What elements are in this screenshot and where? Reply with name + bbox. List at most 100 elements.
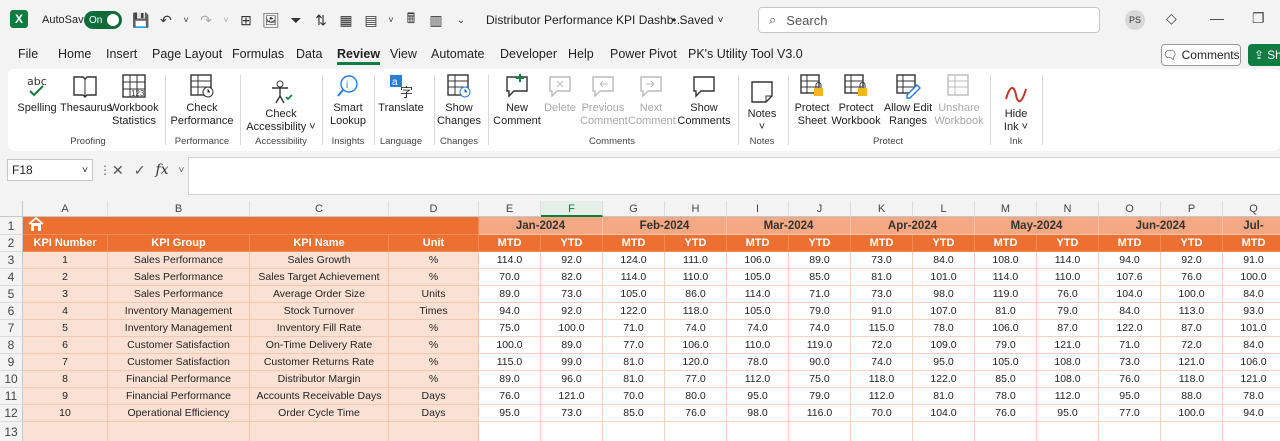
enter-icon[interactable]: ✓: [134, 162, 146, 179]
kpi-info-cell[interactable]: Inventory Fill Rate: [250, 320, 389, 337]
show-changes-button[interactable]: Show Changes: [436, 73, 482, 128]
home-icon[interactable]: [27, 217, 45, 234]
value-cell[interactable]: 77.0: [603, 337, 665, 354]
value-cell[interactable]: 110.0: [665, 269, 727, 286]
value-cell[interactable]: 74.0: [789, 320, 851, 337]
filter-icon[interactable]: ⏷: [287, 12, 305, 29]
value-cell[interactable]: 81.0: [913, 388, 975, 405]
name-box[interactable]: F18 ˅: [7, 159, 93, 181]
value-cell[interactable]: 107.6: [1099, 269, 1161, 286]
tab-home[interactable]: Home: [58, 47, 91, 61]
kpi-info-cell[interactable]: 9: [23, 388, 108, 405]
value-cell[interactable]: 70.0: [603, 388, 665, 405]
value-cell[interactable]: 87.0: [1161, 320, 1223, 337]
tab-help[interactable]: Help: [568, 47, 594, 61]
next-comment-button[interactable]: Next Comment: [628, 73, 676, 128]
value-cell[interactable]: 84.0: [1223, 337, 1280, 354]
kpi-info-cell[interactable]: Customer Returns Rate: [250, 354, 389, 371]
value-cell[interactable]: 112.0: [1037, 388, 1099, 405]
value-cell[interactable]: 120.0: [665, 354, 727, 371]
value-cell[interactable]: 92.0: [541, 252, 603, 269]
previous-comment-button[interactable]: Previous Comment: [580, 73, 628, 128]
comments-button[interactable]: 🗨 Comments: [1161, 44, 1241, 66]
undo-dropdown-icon[interactable]: ˅: [182, 15, 190, 25]
tab-developer[interactable]: Developer: [500, 47, 557, 61]
empty-cell[interactable]: [603, 422, 665, 441]
value-cell[interactable]: 95.0: [913, 354, 975, 371]
notes-button[interactable]: Notes ˅: [742, 79, 782, 134]
column-header-h[interactable]: H: [665, 201, 727, 217]
value-cell[interactable]: 71.0: [603, 320, 665, 337]
column-header-d[interactable]: D: [389, 201, 479, 217]
column-header-o[interactable]: O: [1099, 201, 1161, 217]
value-cell[interactable]: 108.0: [1037, 354, 1099, 371]
value-cell[interactable]: 89.0: [789, 252, 851, 269]
kpi-info-cell[interactable]: Operational Efficiency: [108, 405, 250, 422]
kpi-info-cell[interactable]: %: [389, 371, 479, 388]
column-header-g[interactable]: G: [603, 201, 665, 217]
value-cell[interactable]: 112.0: [727, 371, 789, 388]
value-cell[interactable]: 91.0: [1223, 252, 1280, 269]
value-cell[interactable]: 109.0: [913, 337, 975, 354]
value-cell[interactable]: 74.0: [665, 320, 727, 337]
value-cell[interactable]: 98.0: [727, 405, 789, 422]
thesaurus-button[interactable]: Thesaurus: [60, 73, 112, 115]
value-cell[interactable]: 119.0: [789, 337, 851, 354]
empty-cell[interactable]: [1099, 422, 1161, 441]
borders-icon[interactable]: ⊞: [237, 12, 255, 29]
value-cell[interactable]: 92.0: [1161, 252, 1223, 269]
empty-cell[interactable]: [851, 422, 913, 441]
workbook-statistics-button[interactable]: 123 Workbook Statistics: [108, 73, 160, 128]
value-cell[interactable]: 108.0: [1037, 371, 1099, 388]
value-cell[interactable]: 104.0: [913, 405, 975, 422]
value-cell[interactable]: 79.0: [789, 303, 851, 320]
value-cell[interactable]: 74.0: [851, 354, 913, 371]
value-cell[interactable]: 100.0: [541, 320, 603, 337]
value-cell[interactable]: 89.0: [479, 286, 541, 303]
value-cell[interactable]: 121.0: [1161, 354, 1223, 371]
value-cell[interactable]: 114.0: [603, 269, 665, 286]
value-cell[interactable]: 85.0: [975, 371, 1037, 388]
protect-workbook-button[interactable]: Protect Workbook: [830, 73, 882, 128]
value-cell[interactable]: 78.0: [727, 354, 789, 371]
kpi-info-cell[interactable]: %: [389, 269, 479, 286]
value-cell[interactable]: 101.0: [1223, 320, 1280, 337]
value-cell[interactable]: 105.0: [603, 286, 665, 303]
value-cell[interactable]: 85.0: [603, 405, 665, 422]
row-header-11[interactable]: 11: [0, 388, 23, 405]
value-cell[interactable]: 95.0: [479, 405, 541, 422]
kpi-info-cell[interactable]: Distributor Margin: [250, 371, 389, 388]
column-header-f[interactable]: F: [541, 201, 603, 217]
spelling-button[interactable]: abc Spelling: [14, 73, 60, 115]
value-cell[interactable]: 114.0: [727, 286, 789, 303]
kpi-info-cell[interactable]: Inventory Management: [108, 303, 250, 320]
value-cell[interactable]: 76.0: [1099, 371, 1161, 388]
tab-page-layout[interactable]: Page Layout: [152, 47, 222, 61]
hide-ink-button[interactable]: Hide Ink ˅: [996, 79, 1036, 134]
calculator-icon[interactable]: 🖩: [402, 8, 420, 32]
kpi-info-cell[interactable]: Times: [389, 303, 479, 320]
value-cell[interactable]: 76.0: [975, 405, 1037, 422]
tab-insert[interactable]: Insert: [106, 47, 137, 61]
value-cell[interactable]: 75.0: [479, 320, 541, 337]
save-icon[interactable]: 💾: [132, 12, 150, 29]
column-header-n[interactable]: N: [1037, 201, 1099, 217]
value-cell[interactable]: 73.0: [1099, 354, 1161, 371]
value-cell[interactable]: 100.0: [1161, 405, 1223, 422]
column-header-l[interactable]: L: [913, 201, 975, 217]
value-cell[interactable]: 112.0: [851, 388, 913, 405]
column-header-q[interactable]: Q: [1223, 201, 1280, 217]
value-cell[interactable]: 122.0: [913, 371, 975, 388]
value-cell[interactable]: 106.0: [975, 320, 1037, 337]
row-header-9[interactable]: 9: [0, 354, 23, 371]
minimize-icon[interactable]: —: [1210, 10, 1224, 26]
value-cell[interactable]: 85.0: [789, 269, 851, 286]
value-cell[interactable]: 75.0: [789, 371, 851, 388]
column-header-c[interactable]: C: [250, 201, 389, 217]
insert-function-button[interactable]: fx: [155, 162, 168, 178]
kpi-info-cell[interactable]: Sales Performance: [108, 252, 250, 269]
row-header-4[interactable]: 4: [0, 269, 23, 286]
smart-lookup-button[interactable]: i Smart Lookup: [326, 73, 370, 128]
value-cell[interactable]: 122.0: [1099, 320, 1161, 337]
kpi-info-cell[interactable]: 5: [23, 320, 108, 337]
